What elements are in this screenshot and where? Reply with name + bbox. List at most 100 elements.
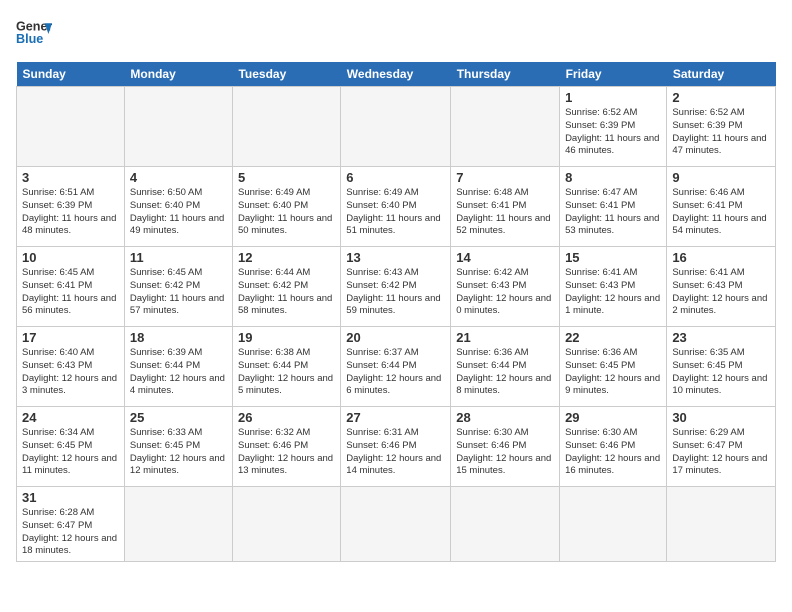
day-number: 21 <box>456 330 554 345</box>
header-friday: Friday <box>560 62 667 87</box>
day-number: 24 <box>22 410 119 425</box>
calendar-cell: 1 Sunrise: 6:52 AM Sunset: 6:39 PM Daylig… <box>560 87 667 167</box>
day-number: 2 <box>672 90 770 105</box>
calendar-cell: 31 Sunrise: 6:28 AM Sunset: 6:47 PM Dayli… <box>17 487 125 562</box>
calendar-cell: 21 Sunrise: 6:36 AM Sunset: 6:44 PM Dayli… <box>451 327 560 407</box>
calendar-cell: 22 Sunrise: 6:36 AM Sunset: 6:45 PM Dayli… <box>560 327 667 407</box>
calendar-cell: 17 Sunrise: 6:40 AM Sunset: 6:43 PM Dayli… <box>17 327 125 407</box>
calendar-cell: 25 Sunrise: 6:33 AM Sunset: 6:45 PM Dayli… <box>124 407 232 487</box>
day-number: 12 <box>238 250 335 265</box>
calendar-week-5: 31 Sunrise: 6:28 AM Sunset: 6:47 PM Dayli… <box>17 487 776 562</box>
day-info: Sunrise: 6:36 AM Sunset: 6:45 PM Dayligh… <box>565 347 661 398</box>
day-number: 31 <box>22 490 119 505</box>
calendar-cell: 6 Sunrise: 6:49 AM Sunset: 6:40 PM Daylig… <box>341 167 451 247</box>
day-number: 19 <box>238 330 335 345</box>
day-info: Sunrise: 6:34 AM Sunset: 6:45 PM Dayligh… <box>22 427 119 478</box>
calendar-cell: 5 Sunrise: 6:49 AM Sunset: 6:40 PM Daylig… <box>232 167 340 247</box>
header-saturday: Saturday <box>667 62 776 87</box>
day-info: Sunrise: 6:44 AM Sunset: 6:42 PM Dayligh… <box>238 267 335 318</box>
day-info: Sunrise: 6:29 AM Sunset: 6:47 PM Dayligh… <box>672 427 770 478</box>
header-thursday: Thursday <box>451 62 560 87</box>
calendar-cell: 19Sunrise: 6:38 AM Sunset: 6:44 PM Dayli… <box>232 327 340 407</box>
day-number: 11 <box>130 250 227 265</box>
header-wednesday: Wednesday <box>341 62 451 87</box>
calendar-cell <box>232 87 340 167</box>
day-info: Sunrise: 6:46 AM Sunset: 6:41 PM Dayligh… <box>672 187 770 238</box>
day-number: 17 <box>22 330 119 345</box>
calendar-week-2: 10 Sunrise: 6:45 AM Sunset: 6:41 PM Dayli… <box>17 247 776 327</box>
svg-text:Blue: Blue <box>16 32 43 46</box>
day-info: Sunrise: 6:48 AM Sunset: 6:41 PM Dayligh… <box>456 187 554 238</box>
calendar-cell <box>451 487 560 562</box>
calendar-cell: 18Sunrise: 6:39 AM Sunset: 6:44 PM Dayli… <box>124 327 232 407</box>
calendar-cell <box>124 487 232 562</box>
header-tuesday: Tuesday <box>232 62 340 87</box>
calendar-cell: 27Sunrise: 6:31 AM Sunset: 6:46 PM Dayli… <box>341 407 451 487</box>
day-info: Sunrise: 6:41 AM Sunset: 6:43 PM Dayligh… <box>565 267 661 318</box>
day-number: 7 <box>456 170 554 185</box>
day-number: 3 <box>22 170 119 185</box>
day-number: 1 <box>565 90 661 105</box>
calendar-week-3: 17 Sunrise: 6:40 AM Sunset: 6:43 PM Dayli… <box>17 327 776 407</box>
calendar-cell: 15 Sunrise: 6:41 AM Sunset: 6:43 PM Dayli… <box>560 247 667 327</box>
day-info: Sunrise: 6:52 AM Sunset: 6:39 PM Dayligh… <box>672 107 770 158</box>
day-info: Sunrise: 6:45 AM Sunset: 6:42 PM Dayligh… <box>130 267 227 318</box>
day-number: 4 <box>130 170 227 185</box>
day-info: Sunrise: 6:40 AM Sunset: 6:43 PM Dayligh… <box>22 347 119 398</box>
calendar-cell: 3 Sunrise: 6:51 AM Sunset: 6:39 PM Daylig… <box>17 167 125 247</box>
day-info: Sunrise: 6:28 AM Sunset: 6:47 PM Dayligh… <box>22 507 119 558</box>
day-number: 25 <box>130 410 227 425</box>
calendar-cell <box>560 487 667 562</box>
day-number: 8 <box>565 170 661 185</box>
calendar-week-1: 3 Sunrise: 6:51 AM Sunset: 6:39 PM Daylig… <box>17 167 776 247</box>
calendar-table: SundayMondayTuesdayWednesdayThursdayFrid… <box>16 62 776 562</box>
day-number: 30 <box>672 410 770 425</box>
day-info: Sunrise: 6:35 AM Sunset: 6:45 PM Dayligh… <box>672 347 770 398</box>
calendar-cell <box>341 87 451 167</box>
day-info: Sunrise: 6:50 AM Sunset: 6:40 PM Dayligh… <box>130 187 227 238</box>
day-info: Sunrise: 6:52 AM Sunset: 6:39 PM Dayligh… <box>565 107 661 158</box>
day-info: Sunrise: 6:39 AM Sunset: 6:44 PM Dayligh… <box>130 347 227 398</box>
day-number: 15 <box>565 250 661 265</box>
calendar-cell: 23 Sunrise: 6:35 AM Sunset: 6:45 PM Dayli… <box>667 327 776 407</box>
calendar-header-row: SundayMondayTuesdayWednesdayThursdayFrid… <box>17 62 776 87</box>
calendar-cell: 24 Sunrise: 6:34 AM Sunset: 6:45 PM Dayli… <box>17 407 125 487</box>
day-number: 6 <box>346 170 445 185</box>
calendar-cell: 26Sunrise: 6:32 AM Sunset: 6:46 PM Dayli… <box>232 407 340 487</box>
day-info: Sunrise: 6:42 AM Sunset: 6:43 PM Dayligh… <box>456 267 554 318</box>
calendar-cell: 4 Sunrise: 6:50 AM Sunset: 6:40 PM Daylig… <box>124 167 232 247</box>
calendar-cell: 9 Sunrise: 6:46 AM Sunset: 6:41 PM Daylig… <box>667 167 776 247</box>
day-info: Sunrise: 6:47 AM Sunset: 6:41 PM Dayligh… <box>565 187 661 238</box>
day-number: 22 <box>565 330 661 345</box>
calendar-cell: 30 Sunrise: 6:29 AM Sunset: 6:47 PM Dayli… <box>667 407 776 487</box>
day-number: 5 <box>238 170 335 185</box>
calendar-week-0: 1 Sunrise: 6:52 AM Sunset: 6:39 PM Daylig… <box>17 87 776 167</box>
day-info: Sunrise: 6:36 AM Sunset: 6:44 PM Dayligh… <box>456 347 554 398</box>
day-number: 29 <box>565 410 661 425</box>
header-sunday: Sunday <box>17 62 125 87</box>
calendar-cell: 8 Sunrise: 6:47 AM Sunset: 6:41 PM Daylig… <box>560 167 667 247</box>
calendar-cell: 11 Sunrise: 6:45 AM Sunset: 6:42 PM Dayli… <box>124 247 232 327</box>
calendar-cell <box>667 487 776 562</box>
day-info: Sunrise: 6:33 AM Sunset: 6:45 PM Dayligh… <box>130 427 227 478</box>
day-number: 10 <box>22 250 119 265</box>
calendar-cell: 14Sunrise: 6:42 AM Sunset: 6:43 PM Dayli… <box>451 247 560 327</box>
day-number: 9 <box>672 170 770 185</box>
day-info: Sunrise: 6:45 AM Sunset: 6:41 PM Dayligh… <box>22 267 119 318</box>
day-info: Sunrise: 6:49 AM Sunset: 6:40 PM Dayligh… <box>346 187 445 238</box>
calendar-cell <box>341 487 451 562</box>
calendar-cell <box>124 87 232 167</box>
day-info: Sunrise: 6:37 AM Sunset: 6:44 PM Dayligh… <box>346 347 445 398</box>
calendar-cell: 2 Sunrise: 6:52 AM Sunset: 6:39 PM Daylig… <box>667 87 776 167</box>
day-number: 13 <box>346 250 445 265</box>
calendar-cell: 29Sunrise: 6:30 AM Sunset: 6:46 PM Dayli… <box>560 407 667 487</box>
day-info: Sunrise: 6:30 AM Sunset: 6:46 PM Dayligh… <box>456 427 554 478</box>
day-info: Sunrise: 6:51 AM Sunset: 6:39 PM Dayligh… <box>22 187 119 238</box>
day-number: 16 <box>672 250 770 265</box>
day-info: Sunrise: 6:41 AM Sunset: 6:43 PM Dayligh… <box>672 267 770 318</box>
calendar-cell <box>451 87 560 167</box>
calendar-cell <box>17 87 125 167</box>
day-number: 23 <box>672 330 770 345</box>
day-info: Sunrise: 6:31 AM Sunset: 6:46 PM Dayligh… <box>346 427 445 478</box>
day-info: Sunrise: 6:49 AM Sunset: 6:40 PM Dayligh… <box>238 187 335 238</box>
